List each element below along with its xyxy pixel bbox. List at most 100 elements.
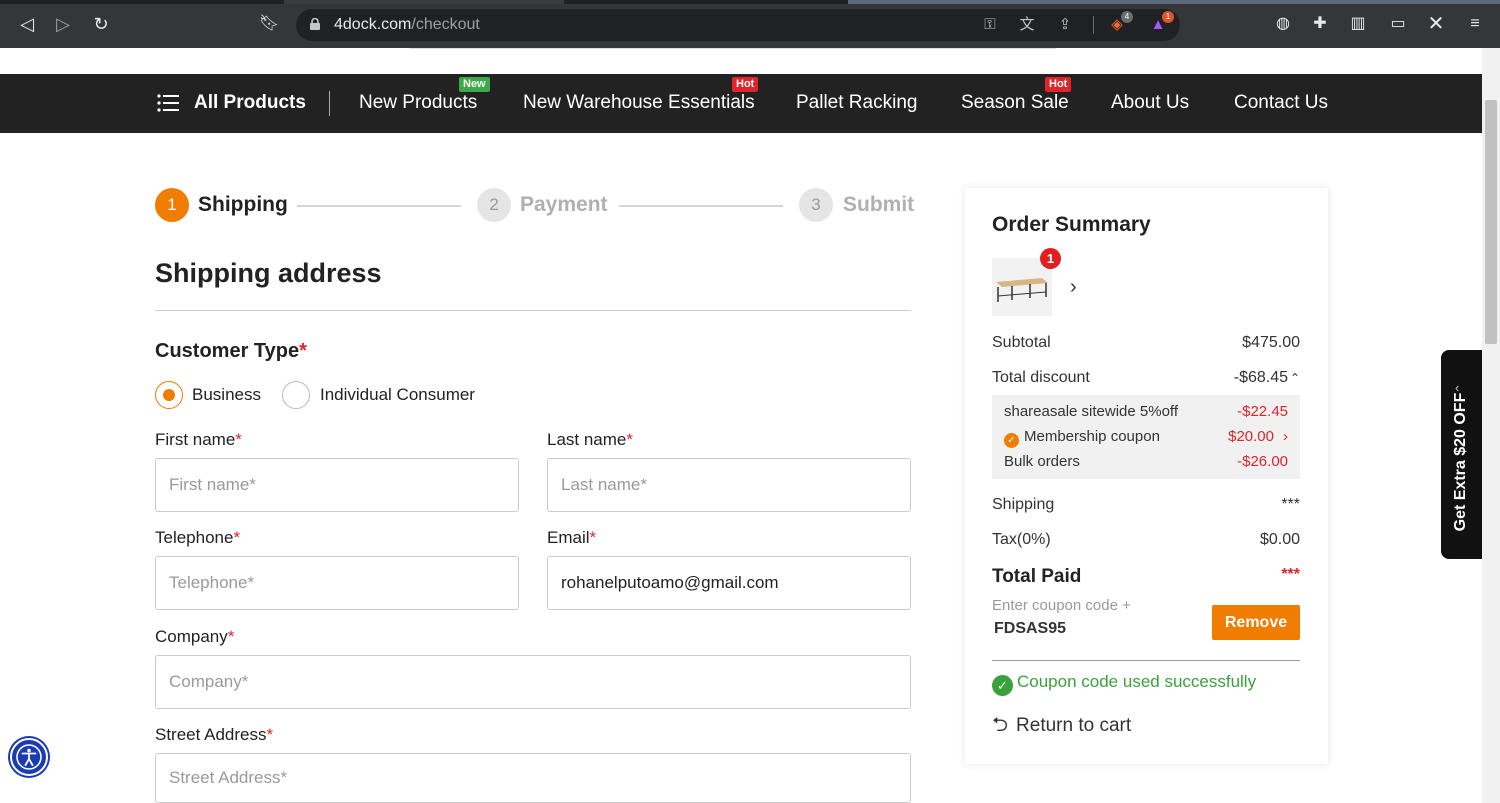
extension-x-icon[interactable]: ✕ xyxy=(1426,14,1446,34)
nav-all-products[interactable]: All Products xyxy=(194,92,306,114)
street-address-label-text: Street Address xyxy=(155,725,267,744)
check-circle-icon: ✓ xyxy=(992,675,1013,696)
discount-item-value: -$26.00 xyxy=(1237,453,1288,470)
wallet-icon[interactable]: ▭ xyxy=(1388,14,1408,34)
required-mark: * xyxy=(235,430,242,449)
globe-icon[interactable]: ◍ xyxy=(1273,14,1293,34)
first-name-field[interactable] xyxy=(155,458,519,512)
nav-pallet-racking[interactable]: Pallet Racking xyxy=(796,92,917,114)
customer-type-label: Customer Type xyxy=(155,340,300,362)
subtotal-value: $475.00 xyxy=(1242,334,1300,351)
membership-coupon-row[interactable]: ✓ Membership coupon $20.00 › xyxy=(1004,428,1288,448)
customer-type-heading: Customer Type* xyxy=(155,340,307,363)
translate-icon[interactable]: 文 xyxy=(1018,16,1036,34)
menu-kebab-icon[interactable]: ≡ xyxy=(1465,14,1485,34)
url-path: /checkout xyxy=(411,16,480,33)
nav-about-us[interactable]: About Us xyxy=(1111,92,1189,114)
required-mark: * xyxy=(589,528,597,547)
bookmark-icon[interactable]: 🔖︎ xyxy=(258,13,280,35)
accessibility-button[interactable] xyxy=(10,738,48,776)
success-text: Coupon code used successfully xyxy=(1017,672,1257,691)
shipping-label: Shipping xyxy=(992,496,1055,513)
discount-item-value: $20.00 xyxy=(1228,428,1274,445)
nav-season-sale[interactable]: Season Sale Hot xyxy=(961,77,1072,114)
required-mark: * xyxy=(266,725,274,744)
extensions-icon[interactable]: ✚ xyxy=(1310,14,1330,34)
radio-business[interactable] xyxy=(155,381,183,409)
radio-individual-consumer[interactable] xyxy=(282,381,310,409)
summary-divider xyxy=(992,660,1300,661)
last-name-field[interactable] xyxy=(547,458,911,512)
telephone-label-text: Telephone xyxy=(155,528,234,547)
hot-tag-badge: Hot xyxy=(732,77,759,92)
reload-icon[interactable]: ↻ xyxy=(90,13,112,35)
shipping-value: *** xyxy=(1281,496,1300,513)
telephone-label: Telephone* xyxy=(155,528,240,548)
forward-icon[interactable]: ▷ xyxy=(52,13,74,35)
subtotal-row: Subtotal $475.00 xyxy=(992,334,1300,352)
order-summary-panel: Order Summary 1 › Subtotal $475.00 Total … xyxy=(965,188,1328,764)
url-host: 4dock.com xyxy=(334,16,412,33)
email-field[interactable] xyxy=(547,556,911,610)
discount-row[interactable]: Total discount -$68.45 ⌃ xyxy=(992,369,1300,387)
tax-label: Tax(0%) xyxy=(992,531,1051,548)
key-icon[interactable]: ⚿ xyxy=(981,16,999,34)
step-number-3: 3 xyxy=(799,188,833,222)
hot-tag-badge: Hot xyxy=(1045,77,1072,92)
radio-individual-label[interactable]: Individual Consumer xyxy=(320,385,475,405)
scrollbar-thumb[interactable] xyxy=(1485,100,1497,344)
step-number-2: 2 xyxy=(477,188,511,222)
required-mark: * xyxy=(233,528,241,547)
brave-shield-icon[interactable]: ◈ 4 xyxy=(1108,11,1133,34)
email-label: Email* xyxy=(547,528,596,548)
step-submit[interactable]: Submit xyxy=(843,193,914,217)
sidebar-icon[interactable]: ▥ xyxy=(1348,14,1368,34)
coupon-success-message: ✓ Coupon code used successfully xyxy=(992,672,1256,696)
coupon-code-label[interactable]: Enter coupon code + xyxy=(992,597,1131,614)
return-to-cart-link[interactable]: ⮌ Return to cart xyxy=(992,710,1131,744)
nav-new-products[interactable]: New Products New xyxy=(359,77,490,114)
step-payment[interactable]: Payment xyxy=(520,193,608,217)
accessibility-icon xyxy=(16,744,42,770)
subtotal-label: Subtotal xyxy=(992,334,1051,351)
step-connector xyxy=(619,205,783,207)
discount-item-label: Bulk orders xyxy=(1004,453,1080,470)
nav-label: New Warehouse Essentials xyxy=(523,92,755,113)
promo-side-tab-text: Get Extra $20 OFF xyxy=(1452,392,1469,532)
chevron-right-icon[interactable]: › xyxy=(1070,276,1077,299)
required-mark: * xyxy=(227,627,235,646)
remove-coupon-button[interactable]: Remove xyxy=(1212,605,1300,640)
last-name-label-text: Last name xyxy=(547,430,627,449)
nav-contact-us[interactable]: Contact Us xyxy=(1234,92,1328,114)
item-count-badge: 1 xyxy=(1040,248,1061,269)
header-remnant xyxy=(0,48,1482,74)
step-number-1: 1 xyxy=(155,188,189,222)
back-icon[interactable]: ◁ xyxy=(16,13,38,35)
main-nav: All Products New Products New New Wareho… xyxy=(0,74,1482,133)
url-text: 4dock.com/checkout xyxy=(334,16,480,34)
nav-new-warehouse-essentials[interactable]: New Warehouse Essentials Hot xyxy=(523,77,759,114)
step-shipping[interactable]: Shipping xyxy=(198,193,288,217)
rewards-count-badge: 1 xyxy=(1162,11,1174,23)
brave-rewards-icon[interactable]: ▲ 1 xyxy=(1149,11,1174,34)
required-mark: * xyxy=(626,430,634,449)
section-divider xyxy=(155,310,911,311)
address-bar[interactable]: 4dock.com/checkout ⚿ 文 ⇪ ◈ 4 ▲ 1 xyxy=(296,9,1180,41)
telephone-field[interactable] xyxy=(155,556,519,610)
tab-strip xyxy=(0,0,1500,4)
nav-label: New Products xyxy=(359,92,478,113)
hamburger-menu-icon[interactable] xyxy=(157,94,179,112)
brave-count-badge: 4 xyxy=(1121,11,1133,23)
radio-business-label[interactable]: Business xyxy=(192,385,261,405)
last-name-label: Last name* xyxy=(547,430,633,450)
chevron-up-icon[interactable]: ⌃ xyxy=(1290,371,1300,385)
street-address-field[interactable] xyxy=(155,753,911,803)
company-field[interactable] xyxy=(155,655,911,709)
share-icon[interactable]: ⇪ xyxy=(1056,16,1074,34)
first-name-label: First name* xyxy=(155,430,242,450)
promo-side-tab[interactable]: ‹ Get Extra $20 OFF xyxy=(1441,350,1482,559)
coupon-code-value: FDSAS95 xyxy=(994,620,1067,637)
first-name-label-text: First name xyxy=(155,430,236,449)
total-row: Total Paid *** xyxy=(992,566,1300,588)
chevron-right-icon: › xyxy=(1283,428,1288,445)
